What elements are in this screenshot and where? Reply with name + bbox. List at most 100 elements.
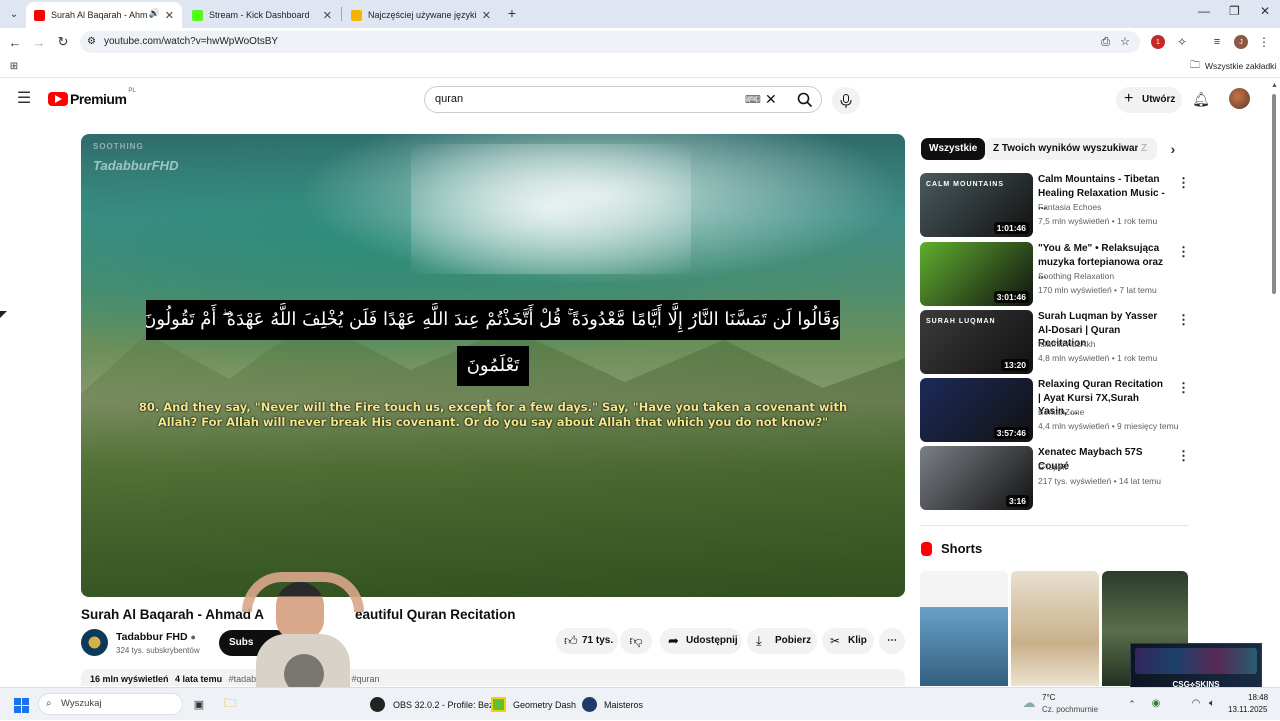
close-icon[interactable]: ✕ (482, 9, 491, 22)
voice-search-icon[interactable] (832, 87, 860, 114)
chip-all[interactable]: Wszystkie (921, 138, 986, 160)
tab-kick[interactable]: Stream - Kick Dashboard ✕ (184, 2, 340, 28)
taskbar-maisteros[interactable]: Maisteros (582, 688, 643, 721)
more-actions-button[interactable]: ⋯ (879, 628, 905, 654)
share-button[interactable]: ➦ Udostępnij (660, 628, 742, 654)
task-view-icon[interactable]: ▣ (192, 697, 206, 711)
like-count: 71 tys. (582, 635, 614, 646)
tab-search-icon[interactable]: ⌄ (6, 6, 22, 22)
weather-icon[interactable]: ☁ (1020, 695, 1038, 711)
clock-date[interactable]: 13.11.2025 (1228, 705, 1267, 714)
account-avatar[interactable] (1229, 88, 1250, 109)
browser-tab-bar: ⌄ Surah Al Baqarah - Ahmad Al Nufais 🔊 ✕… (0, 0, 1280, 28)
page-scrollbar[interactable]: ▲ (1271, 82, 1278, 682)
arabic-subtitle-line2: تَعْلَمُونَ ٨٠ (457, 346, 529, 416)
search-button[interactable] (787, 87, 823, 112)
extension-badge-icon[interactable]: 1 (1151, 35, 1165, 49)
recommendation-item[interactable]: CALM MOUNTAINS 1:01:46 Calm Mountains - Ti… (920, 173, 1190, 237)
like-button[interactable]: 👍︎ 71 tys. (556, 628, 618, 654)
taskbar-search[interactable]: ⌕ Wyszukaj (38, 693, 183, 715)
recommendation-item[interactable]: 3:57:46 Relaxing Quran Recitation | Ayat … (920, 378, 1190, 442)
shorts-icon (921, 541, 932, 556)
profile-avatar[interactable]: J (1234, 35, 1248, 49)
recommendation-item[interactable]: 3:16 Xenatec Maybach 57S Coupé GTspirit 217… (920, 446, 1190, 510)
short-thumbnail[interactable] (1011, 571, 1099, 686)
install-icon[interactable]: ⎙ (1101, 31, 1110, 53)
create-button[interactable]: + Utwórz (1116, 87, 1182, 113)
apps-grid-icon[interactable]: ⊞ (8, 60, 20, 72)
dislike-button[interactable]: 👎︎ (620, 628, 652, 654)
new-tab-icon[interactable]: + (505, 5, 519, 21)
download-button[interactable]: ⤓ Pobierz (747, 628, 817, 654)
video-player[interactable]: SOOTHING TadabburFHD وَقَالُوا لَن تَمَس… (81, 134, 905, 597)
video-thumbnail[interactable]: CALM MOUNTAINS 1:01:46 (920, 173, 1033, 237)
recommendation-channel[interactable]: IslamicVidsAkh (1038, 339, 1095, 349)
tray-chevron-icon[interactable]: ⌃ (1127, 697, 1137, 711)
video-thumbnail[interactable]: 3:16 (920, 446, 1033, 510)
youtube-logo[interactable]: Premium PL (48, 88, 136, 107)
recommendation-channel[interactable]: GTspirit (1038, 462, 1067, 472)
notifications-bell-icon[interactable]: 🔔︎ (1192, 90, 1210, 108)
tray-app-icon[interactable]: ◉ (1150, 697, 1162, 709)
more-options-icon[interactable]: ⋮ (1177, 312, 1190, 328)
tab-languages[interactable]: Najczęściej używane języki świata ✕ (343, 2, 499, 28)
more-options-icon[interactable]: ⋮ (1177, 448, 1190, 464)
search-icon: ⌕ (46, 698, 52, 709)
close-icon[interactable]: ✕ (323, 9, 332, 22)
recommendation-item[interactable]: 3:01:46 "You & Me" • Relaksująca muzyka f… (920, 242, 1190, 306)
recommendation-channel[interactable]: Soothing Relaxation (1038, 271, 1114, 281)
scroll-up-icon[interactable]: ▲ (1271, 82, 1278, 89)
recommendation-channel[interactable]: BerkahZone (1038, 407, 1084, 417)
back-icon[interactable]: ← (8, 34, 22, 50)
site-info-icon[interactable]: ⚙ (87, 31, 96, 53)
taskbar-geometry-dash[interactable]: Geometry Dash (491, 688, 576, 721)
channel-name[interactable]: Tadabbur FHD ● (116, 631, 196, 643)
search-box: ⌨ ✕ (424, 86, 822, 113)
clip-button[interactable]: ✂ Klip (822, 628, 874, 654)
close-icon[interactable]: ✕ (165, 9, 174, 22)
minimize-icon[interactable]: — (1198, 4, 1210, 18)
browser-menu-icon[interactable]: ⋮ (1258, 34, 1270, 50)
bookmark-star-icon[interactable]: ☆ (1120, 31, 1130, 53)
more-options-icon[interactable]: ⋮ (1177, 175, 1190, 191)
chip-more[interactable]: Z (1138, 138, 1152, 160)
address-toolbar: ← → ↻ ⚙ youtube.com/watch?v=hwWpWoOtsBY … (0, 28, 1280, 56)
download-label: Pobierz (775, 635, 812, 646)
clock-time[interactable]: 18:48 (1248, 693, 1268, 702)
more-options-icon[interactable]: ⋮ (1177, 380, 1190, 396)
url-field[interactable]: ⚙ youtube.com/watch?v=hwWpWoOtsBY ⎙ ☆ (80, 31, 1140, 53)
subscriber-count: 324 tys. subskrybentów (116, 646, 200, 655)
tab-youtube[interactable]: Surah Al Baqarah - Ahmad Al Nufais 🔊 ✕ (26, 2, 182, 28)
search-input[interactable] (435, 93, 735, 105)
forward-icon[interactable]: → (32, 34, 46, 50)
recommendation-item[interactable]: SURAH LUQMAN 13:20 Surah Luqman by Yasser … (920, 310, 1190, 374)
keyboard-icon[interactable]: ⌨ (745, 93, 761, 106)
volume-icon[interactable]: 🔈︎ (1206, 697, 1218, 709)
file-explorer-icon[interactable]: 🗀 (222, 696, 238, 712)
description-box[interactable]: 16 mln wyświetleń 4 lata temu #tadabb an… (81, 669, 905, 686)
wifi-icon[interactable]: ◠ (1190, 697, 1202, 709)
short-thumbnail[interactable] (920, 571, 1008, 686)
taskbar-obs[interactable]: OBS 32.0.2 - Profile: Bez (370, 688, 494, 721)
reading-list-icon[interactable]: ≡ (1210, 34, 1224, 50)
extensions-icon[interactable]: ✧ (1175, 34, 1189, 50)
video-thumbnail[interactable]: SURAH LUQMAN 13:20 (920, 310, 1033, 374)
video-duration: 3:57:46 (993, 427, 1029, 439)
video-duration: 3:16 (1005, 495, 1029, 507)
chevron-right-icon[interactable]: › (1166, 140, 1180, 158)
windows-start-icon[interactable] (13, 697, 29, 713)
speaker-icon[interactable]: 🔊 (149, 8, 160, 19)
reload-icon[interactable]: ↻ (56, 34, 70, 50)
video-thumbnail[interactable]: 3:57:46 (920, 378, 1033, 442)
chip-from-search[interactable]: Z Twoich wyników wyszukiwania (985, 138, 1157, 160)
maximize-icon[interactable]: ❐ (1229, 4, 1240, 18)
recommendation-channel[interactable]: Fantasia Echoes (1038, 202, 1101, 212)
window-close-icon[interactable]: ✕ (1260, 4, 1270, 18)
video-thumbnail[interactable]: 3:01:46 (920, 242, 1033, 306)
hamburger-menu-icon[interactable]: ☰ (16, 90, 32, 107)
channel-avatar[interactable] (81, 629, 108, 656)
more-options-icon[interactable]: ⋮ (1177, 244, 1190, 260)
scrollbar-thumb[interactable] (1272, 94, 1276, 294)
clear-search-icon[interactable]: ✕ (765, 91, 777, 108)
all-bookmarks-label[interactable]: Wszystkie zakładki (1205, 61, 1276, 71)
